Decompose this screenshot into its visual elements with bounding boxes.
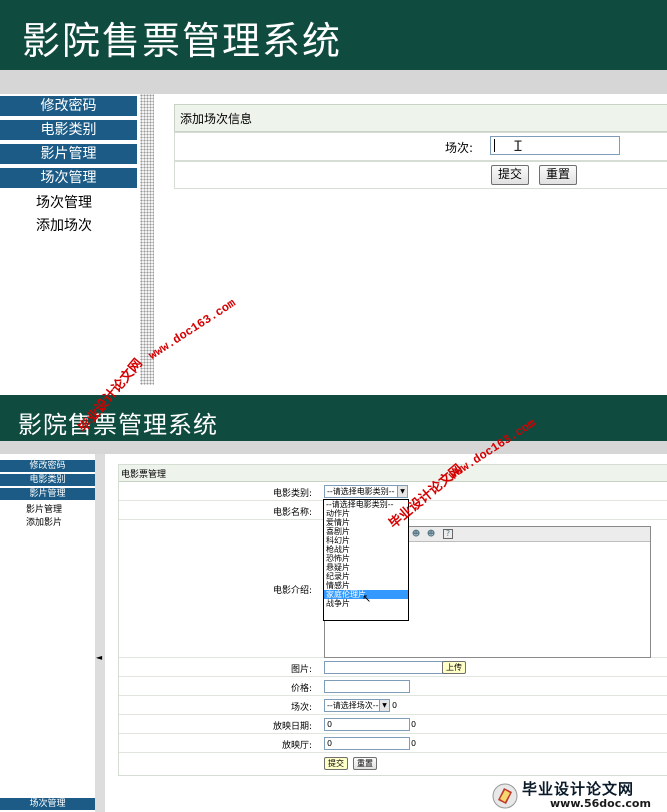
sidebar-splitter[interactable]	[140, 94, 154, 385]
menu-change-password-2[interactable]: 修改密码	[0, 460, 95, 472]
mouse-pointer-icon: ↖	[362, 592, 372, 605]
submenu-add-session[interactable]: 添加场次	[36, 215, 92, 235]
menu-movie-management[interactable]: 影片管理	[0, 143, 137, 164]
hall-label: 放映厅:	[281, 741, 312, 751]
category-option[interactable]: 枪战片	[324, 545, 408, 554]
collapse-arrow-icon[interactable]: ◄	[96, 653, 102, 662]
date-input-value: 0	[327, 720, 333, 729]
image-input[interactable]	[324, 661, 443, 674]
category-option[interactable]: 恐怖片	[324, 554, 408, 563]
category-option[interactable]: 悬疑片	[324, 563, 408, 572]
image-insert-icon[interactable]: ☻	[426, 529, 436, 539]
smiley-icon[interactable]: ☻	[411, 529, 421, 539]
session-select[interactable]: --请选择场次-- ▼	[324, 699, 390, 712]
category-select-value: --请选择电影类别--	[327, 487, 395, 496]
session-label-2: 场次:	[290, 703, 312, 713]
price-row: 价格:	[119, 677, 667, 696]
logo-mark-icon	[492, 783, 518, 809]
menu-movie-category[interactable]: 电影类别	[0, 119, 137, 140]
date-row: 放映日期: 0 0	[119, 715, 667, 734]
add-session-form: 添加场次信息 场次: Ｉ 提交 重置	[174, 102, 667, 192]
reset-button[interactable]: 重置	[539, 165, 578, 185]
sidebar-splitter-2[interactable]	[95, 454, 105, 812]
submenu-movie-management[interactable]: 影片管理	[26, 502, 62, 515]
category-option[interactable]: 情感片	[324, 581, 408, 590]
image-label: 图片:	[290, 665, 312, 675]
header-bar-2	[0, 441, 667, 454]
help-icon[interactable]: ?	[443, 529, 453, 539]
session-row: 场次: Ｉ	[174, 132, 667, 161]
text-caret	[494, 139, 495, 152]
button-row-2: 提交 重置	[119, 753, 667, 773]
app-header: 影院售票管理系统	[0, 0, 667, 70]
app-title-2: 影院售票管理系统	[18, 411, 218, 439]
date-input[interactable]: 0	[324, 718, 410, 731]
hall-row: 放映厅: 0 0	[119, 734, 667, 753]
form-caption-text-2: 电影票管理	[121, 470, 167, 480]
category-option[interactable]: 纪录片	[324, 572, 408, 581]
button-row: 提交 重置	[174, 161, 667, 189]
session-suffix: 0	[392, 701, 398, 710]
menu-movie-management-2[interactable]: 影片管理	[0, 488, 95, 500]
session-row-2: 场次: --请选择场次-- ▼ 0	[119, 696, 667, 715]
menu-session-management-2[interactable]: 场次管理	[0, 798, 95, 810]
date-label: 放映日期:	[272, 722, 312, 732]
submit-button-2[interactable]: 提交	[324, 757, 348, 770]
logo-url: www.56doc.com	[550, 797, 651, 810]
submenu-session-management[interactable]: 场次管理	[36, 192, 92, 212]
logo-name: 毕业设计论文网	[522, 780, 635, 798]
chevron-down-icon[interactable]: ▼	[379, 700, 389, 711]
form-caption-text: 添加场次信息	[180, 112, 253, 126]
image-row: 图片: 上传	[119, 658, 667, 677]
sidebar: 修改密码 电影类别 影片管理 场次管理 场次管理 添加场次	[0, 94, 140, 385]
session-label: 场次:	[445, 141, 474, 155]
screenshot-bottom: 影院售票管理系统 修改密码 电影类别 影片管理 影片管理 添加影片 场次管理 ◄…	[0, 395, 667, 812]
menu-movie-category-2[interactable]: 电影类别	[0, 474, 95, 486]
hall-input[interactable]: 0	[324, 737, 410, 750]
session-input[interactable]	[490, 136, 620, 155]
hall-suffix: 0	[411, 739, 417, 748]
upload-button[interactable]: 上传	[442, 661, 466, 674]
menu-session-management[interactable]: 场次管理	[0, 167, 137, 188]
menu-change-password[interactable]: 修改密码	[0, 96, 137, 116]
category-label: 电影类别:	[272, 489, 312, 499]
site-logo: 毕业设计论文网 www.56doc.com	[490, 778, 665, 812]
price-label: 价格:	[290, 684, 312, 694]
submenu-add-movie[interactable]: 添加影片	[26, 515, 62, 528]
reset-button-2[interactable]: 重置	[353, 757, 377, 770]
sidebar-2: 修改密码 电影类别 影片管理 影片管理 添加影片 场次管理	[0, 454, 96, 812]
header-bar	[0, 70, 667, 94]
category-select[interactable]: --请选择电影类别-- ▼	[324, 485, 408, 498]
price-input[interactable]	[324, 680, 410, 693]
hall-input-value: 0	[327, 739, 333, 748]
category-option[interactable]: 科幻片	[324, 536, 408, 545]
name-label: 电影名称:	[272, 508, 312, 518]
form-caption-2: 电影票管理	[119, 465, 667, 482]
text-cursor-icon: Ｉ	[511, 139, 525, 155]
chevron-down-icon[interactable]: ▼	[397, 486, 407, 497]
form-caption: 添加场次信息	[174, 104, 667, 132]
intro-label: 电影介绍:	[272, 586, 312, 596]
app-title: 影院售票管理系统	[22, 19, 343, 63]
screenshot-top: 影院售票管理系统 修改密码 电影类别 影片管理 场次管理 场次管理 添加场次 添…	[0, 0, 667, 385]
submit-button[interactable]: 提交	[491, 165, 530, 185]
date-suffix: 0	[411, 720, 417, 729]
session-select-value: --请选择场次--	[327, 701, 379, 710]
